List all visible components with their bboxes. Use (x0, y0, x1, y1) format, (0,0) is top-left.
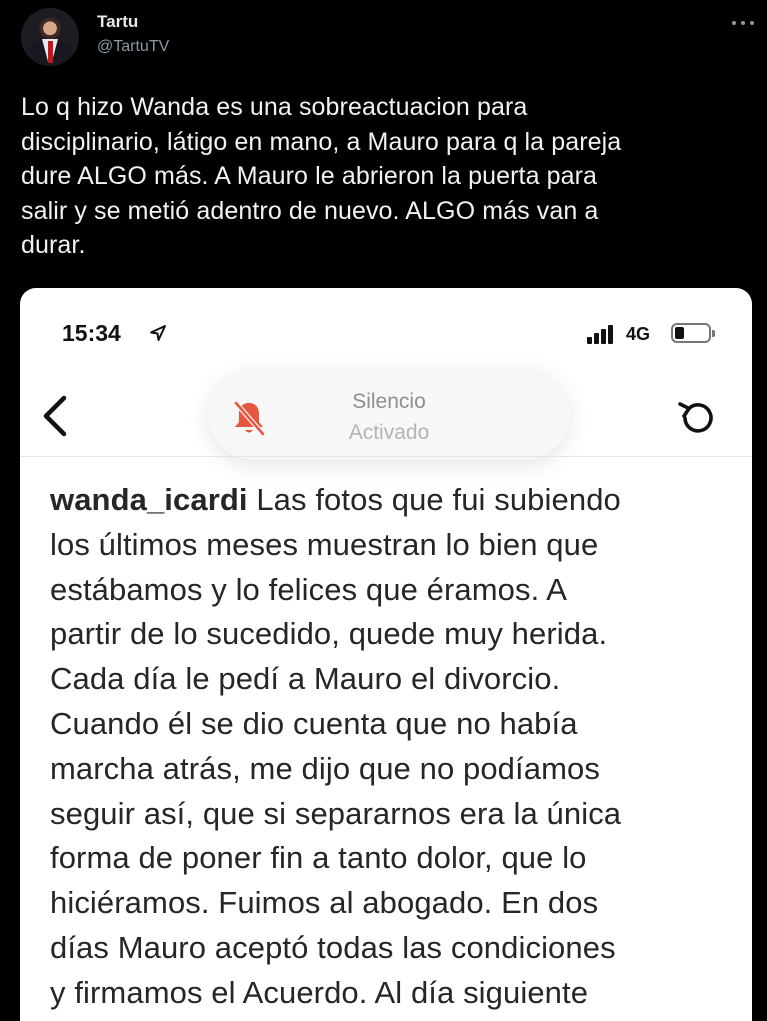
post-caption: wanda_icardi Las fotos que fui subiendo … (50, 478, 742, 1016)
tweet-text: Lo q hizo Wanda es una sobreactuacion pa… (21, 90, 749, 263)
caption-line: los últimos meses muestran lo bien que (50, 526, 599, 562)
caption-line: partir de lo sucedido, quede muy herida. (50, 616, 608, 652)
silence-banner: Silencio Activado (208, 368, 570, 460)
author-display-name[interactable]: Tartu (97, 12, 138, 32)
caption-username[interactable]: wanda_icardi (50, 482, 248, 517)
caption-line: wanda_icardi Las fotos que fui subiendo (50, 478, 742, 523)
tweet-text-line: dure ALGO más. A Mauro le abrieron la pu… (21, 162, 598, 190)
caption-line: y firmamos el Acuerdo. Al día siguiente (50, 974, 589, 1010)
caption-line: marcha atrás, me dijo que no podíamos (50, 750, 600, 786)
tweet-text-line: Lo q hizo Wanda es una sobreactuacion pa… (21, 93, 528, 121)
battery-icon (671, 323, 715, 343)
author-avatar[interactable] (21, 8, 79, 66)
tweet-text-line: salir y se metió adentro de nuevo. ALGO … (21, 196, 599, 225)
location-arrow-icon (150, 325, 166, 341)
silence-subtitle: Activado (348, 421, 430, 444)
tweet-text-line: durar. (21, 231, 86, 259)
caption-line: hiciéramos. Fuimos al abogado. En dos (50, 885, 599, 921)
tweet-media-screenshot[interactable]: 15:34 4G Silencio Activado wanda_icardi … (20, 288, 752, 1021)
caption-line: seguir así, que si separarnos era la úni… (50, 795, 622, 831)
caption-line: Cada día le pedí a Mauro el divorcio. (50, 661, 561, 697)
silence-title: Silencio (352, 390, 426, 413)
tweet-text-line: disciplinario, látigo en mano, a Mauro p… (21, 127, 622, 156)
caption-line: Cuando él se dio cuenta que no había (50, 705, 578, 741)
tweet-header: Tartu @TartuTV (0, 0, 767, 80)
signal-bars-icon (587, 322, 619, 344)
caption-text: Las fotos que fui subiendo (247, 482, 621, 517)
caption-line: estábamos y lo felices que éramos. A (50, 571, 568, 607)
avatar-tie (48, 41, 53, 63)
refresh-icon[interactable] (675, 396, 719, 440)
chevron-left-icon[interactable] (36, 388, 76, 444)
status-bar-time: 15:34 (62, 320, 121, 346)
network-label: 4G (626, 324, 651, 344)
caption-line: forma de poner fin a tanto dolor, que lo (50, 840, 587, 876)
more-horizontal-icon[interactable] (728, 10, 758, 34)
header-divider (20, 456, 752, 457)
author-handle[interactable]: @TartuTV (97, 38, 169, 56)
caption-line: días Mauro aceptó todas las condiciones (50, 929, 616, 965)
